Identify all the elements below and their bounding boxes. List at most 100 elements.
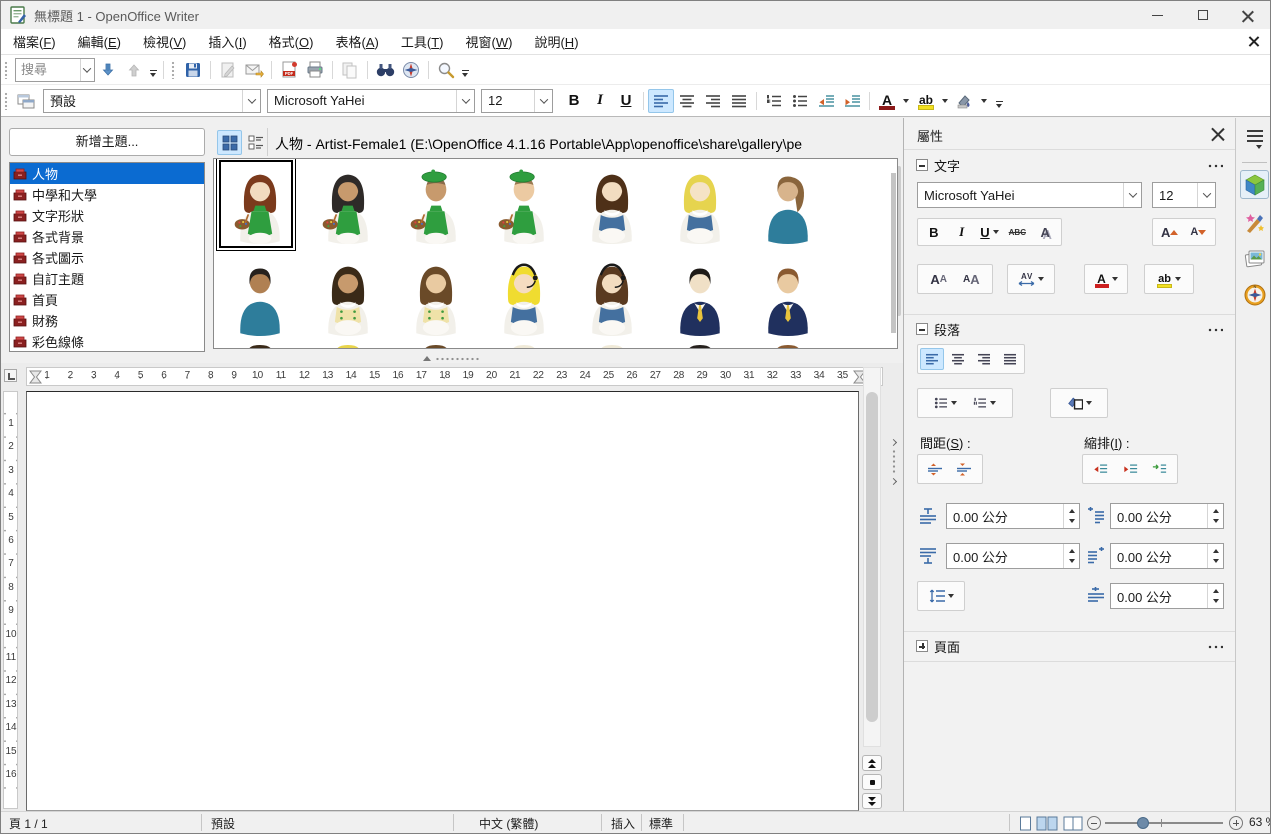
scrollbar-thumb[interactable]	[866, 392, 878, 722]
gallery-item-13[interactable]	[656, 253, 744, 343]
align-left-button[interactable]	[648, 89, 674, 113]
align-center-button[interactable]	[674, 89, 700, 113]
language-indicator[interactable]: 中文 (繁體)	[479, 815, 538, 832]
underline-button[interactable]: U	[613, 89, 639, 113]
spinner-buttons[interactable]	[1063, 544, 1079, 568]
chevron-down-icon[interactable]	[1197, 183, 1215, 207]
sidebar-align-justify-button[interactable]	[998, 348, 1022, 370]
gallery-theme-各式背景[interactable]: 各式背景	[10, 226, 204, 247]
page-indicator[interactable]: 頁 1 / 1	[9, 815, 48, 832]
sidebar-font-size-combobox[interactable]: 12	[1152, 182, 1216, 208]
decrease-spacing-button[interactable]	[953, 458, 977, 480]
gallery-item-9[interactable]	[304, 253, 392, 343]
gallery-item-1[interactable]	[216, 161, 304, 251]
more-options-icon[interactable]	[1207, 164, 1223, 168]
sidebar-close-icon[interactable]	[1211, 126, 1225, 140]
gallery-item-17[interactable]	[392, 345, 480, 349]
menu-item-insert[interactable]: 插入(I)	[198, 29, 256, 54]
text-section-header[interactable]: 文字	[904, 152, 1235, 178]
align-right-button[interactable]	[700, 89, 726, 113]
gallery-item-21[interactable]	[744, 345, 832, 349]
vertical-ruler[interactable]: 12345678910111213141516	[3, 391, 18, 809]
tab-gallery[interactable]	[1240, 244, 1269, 273]
sidebar-align-center-button[interactable]	[946, 348, 970, 370]
search-input[interactable]	[16, 62, 80, 77]
previous-page-button[interactable]	[862, 755, 882, 771]
font-color-button[interactable]: A	[874, 89, 900, 113]
more-options-icon[interactable]	[1207, 328, 1223, 332]
gallery-theme-財務[interactable]: 財務	[10, 310, 204, 331]
horizontal-ruler[interactable]: 1234567891011121314151617181920212223242…	[26, 367, 883, 386]
new-theme-button[interactable]: 新增主題...	[9, 128, 205, 156]
gallery-item-6[interactable]	[656, 161, 744, 251]
book-view-icon[interactable]	[1063, 816, 1083, 831]
sidebar-align-right-button[interactable]	[972, 348, 996, 370]
close-button[interactable]	[1225, 1, 1270, 29]
chevron-down-icon[interactable]	[1123, 183, 1141, 207]
chevron-down-icon[interactable]	[242, 90, 260, 112]
page-section-header[interactable]: 頁面	[904, 633, 1235, 659]
zoom-out-button[interactable]	[1087, 816, 1101, 830]
spinner-buttons[interactable]	[1207, 584, 1223, 608]
sidebar-font-color-button[interactable]: A	[1094, 268, 1118, 290]
zoom-button[interactable]	[433, 58, 459, 82]
icon-view-toggle[interactable]	[217, 130, 242, 155]
toolbar-overflow-icon[interactable]	[459, 59, 471, 81]
gallery-splitter[interactable]	[1, 354, 903, 363]
navigation-button[interactable]	[862, 774, 882, 790]
sidebar-italic-button[interactable]: I	[950, 221, 974, 243]
gallery-item-14[interactable]	[744, 253, 832, 343]
gallery-item-16[interactable]	[304, 345, 392, 349]
lowercase-button[interactable]: AA	[959, 268, 983, 290]
background-color-button[interactable]	[952, 89, 978, 113]
character-spacing-button[interactable]: AV	[1018, 268, 1044, 290]
close-document-icon[interactable]	[1246, 33, 1262, 49]
paragraph-style-combobox[interactable]: 預設	[43, 89, 261, 113]
sidebar-menu-button[interactable]	[1240, 124, 1269, 153]
font-name-combobox[interactable]: Microsoft YaHei	[267, 89, 475, 113]
gallery-item-20[interactable]	[656, 345, 744, 349]
paragraph-section-header[interactable]: 段落	[904, 316, 1235, 342]
sidebar-splitter[interactable]	[885, 118, 903, 811]
more-options-icon[interactable]	[1207, 645, 1223, 649]
gallery-item-19[interactable]	[568, 345, 656, 349]
gallery-item-3[interactable]	[392, 161, 480, 251]
page-style-indicator[interactable]: 預設	[211, 815, 235, 832]
uppercase-button[interactable]: AA	[927, 268, 951, 290]
gallery-item-12[interactable]	[568, 253, 656, 343]
menu-item-help[interactable]: 說明(H)	[524, 29, 588, 54]
gallery-item-10[interactable]	[392, 253, 480, 343]
italic-button[interactable]: I	[587, 89, 613, 113]
save-button[interactable]	[180, 58, 206, 82]
increase-spacing-button[interactable]	[923, 458, 947, 480]
gallery-item-15[interactable]	[216, 345, 304, 349]
find-replace-button[interactable]	[372, 58, 398, 82]
multi-page-view-icon[interactable]	[1036, 816, 1058, 831]
gallery-item-7[interactable]	[744, 161, 832, 251]
zoom-in-button[interactable]	[1229, 816, 1243, 830]
sidebar-highlight-button[interactable]: ab	[1157, 268, 1181, 290]
font-color-dropdown-icon[interactable]	[903, 99, 909, 103]
tab-navigator[interactable]: N	[1240, 280, 1269, 309]
zoom-level[interactable]: 63 %	[1249, 815, 1271, 829]
menu-item-format[interactable]: 格式(O)	[259, 29, 324, 54]
shrink-font-button[interactable]: A	[1186, 221, 1210, 243]
gallery-theme-文字形狀[interactable]: 文字形狀	[10, 205, 204, 226]
sidebar-numbered-list-button[interactable]	[973, 392, 997, 414]
tab-styles[interactable]	[1240, 208, 1269, 237]
gallery-theme-自訂主題[interactable]: 自訂主題	[10, 268, 204, 289]
gallery-theme-首頁[interactable]: 首頁	[10, 289, 204, 310]
first-line-indent-field[interactable]: 0.00 公分	[1110, 583, 1224, 609]
indent-after-field[interactable]: 0.00 公分	[1110, 543, 1224, 569]
bullet-list-button[interactable]	[787, 89, 813, 113]
collapse-icon[interactable]	[916, 323, 928, 335]
copy-button[interactable]	[337, 58, 363, 82]
toolbar-grip[interactable]	[171, 61, 176, 79]
highlight-color-button[interactable]: ab	[913, 89, 939, 113]
toolbar-overflow-icon[interactable]	[147, 59, 159, 81]
line-spacing-button[interactable]	[929, 585, 954, 607]
zoom-slider[interactable]	[1105, 822, 1223, 824]
next-page-button[interactable]	[862, 793, 882, 809]
spinner-buttons[interactable]	[1063, 504, 1079, 528]
collapse-icon[interactable]	[916, 159, 928, 171]
